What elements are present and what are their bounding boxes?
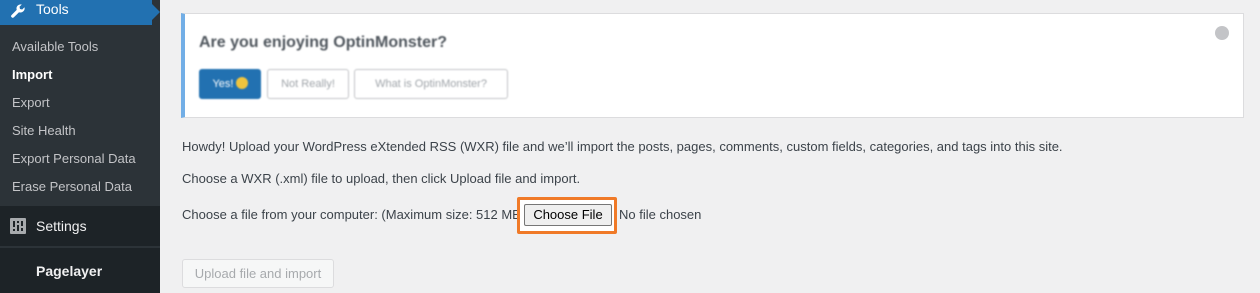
sidebar-item-settings[interactable]: Settings [0, 206, 160, 246]
submenu-item-site-health[interactable]: Site Health [12, 123, 76, 138]
yes-button-label: Yes! [212, 78, 234, 90]
submenu-item-export-personal-data[interactable]: Export Personal Data [12, 151, 136, 166]
submenu-item-erase-personal-data[interactable]: Erase Personal Data [12, 179, 132, 194]
smiley-icon [235, 77, 248, 89]
instruction-text: Choose a WXR (.xml) file to upload, then… [182, 171, 581, 186]
sidebar-item-pagelayer[interactable]: Pagelayer [0, 248, 160, 293]
sidebar-item-label: Settings [36, 218, 87, 234]
submenu-item-available-tools[interactable]: Available Tools [12, 39, 98, 54]
sidebar-item-label: Tools [36, 1, 69, 17]
tools-submenu: Available Tools Import Export Site Healt… [0, 25, 160, 201]
admin-sidebar: Tools Available Tools Import Export Site… [0, 0, 160, 293]
choose-file-button[interactable]: Choose File [524, 204, 612, 226]
sidebar-item-label: Pagelayer [36, 263, 103, 279]
dismiss-icon[interactable] [1215, 26, 1229, 40]
notice-title: Are you enjoying OptinMonster? [199, 34, 448, 51]
file-upload-label: Choose a file from your computer: (Maxim… [182, 207, 521, 222]
intro-text: Howdy! Upload your WordPress eXtended RS… [182, 139, 1063, 154]
settings-sliders-icon [10, 218, 26, 234]
not-really-button[interactable]: Not Really! [267, 69, 349, 99]
current-menu-arrow [152, 4, 160, 20]
yes-button[interactable]: Yes! [199, 69, 261, 99]
upload-file-and-import-button[interactable]: Upload file and import [182, 259, 334, 288]
submenu-item-import[interactable]: Import [12, 67, 52, 82]
wrench-icon [10, 3, 26, 19]
sidebar-item-tools[interactable]: Tools [0, 0, 152, 25]
no-file-chosen-text: No file chosen [619, 207, 702, 222]
what-is-optinmonster-button[interactable]: What is OptinMonster? [354, 69, 508, 99]
optinmonster-notice: Are you enjoying OptinMonster? Yes! Not … [181, 13, 1244, 118]
submenu-item-export[interactable]: Export [12, 95, 50, 110]
